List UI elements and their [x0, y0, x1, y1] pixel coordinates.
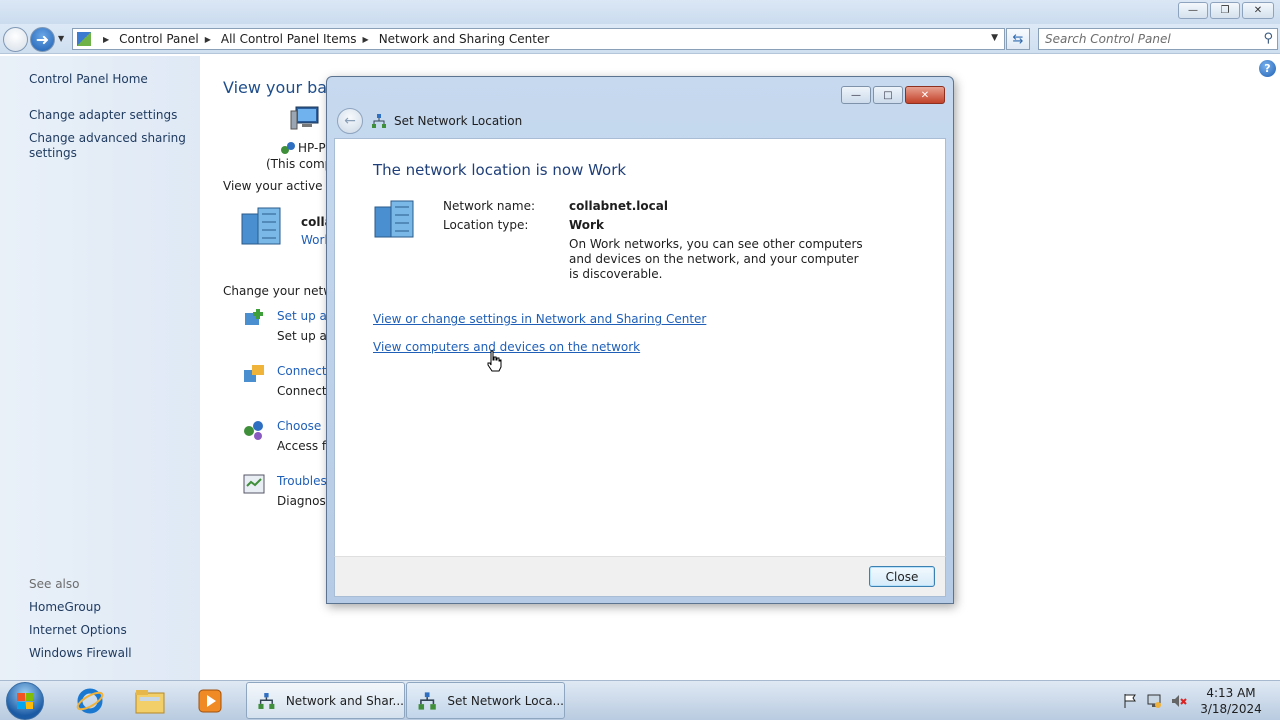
- breadcrumb: ▶ Control Panel ▶ All Control Panel Item…: [97, 32, 549, 46]
- clock-time: 4:13 AM: [1206, 686, 1256, 700]
- start-button[interactable]: [6, 682, 44, 720]
- setup-connection-icon: [245, 309, 263, 325]
- connect-network-icon: [244, 365, 264, 382]
- network-name-label: Network name:: [443, 199, 535, 213]
- window-controls: — ❐ ✕: [1178, 2, 1274, 19]
- internet-options-link[interactable]: Internet Options: [29, 623, 127, 638]
- windows-explorer-icon[interactable]: [126, 684, 174, 718]
- change-advanced-sharing-line-1: Change advanced sharing: [29, 131, 186, 145]
- dialog-close-icon[interactable]: ✕: [905, 86, 945, 104]
- search-box: ⚲: [1038, 28, 1278, 50]
- task-3-desc: Access fil: [277, 439, 333, 453]
- media-player-icon[interactable]: [186, 684, 234, 718]
- troubleshoot-icon: [243, 474, 265, 494]
- change-adapter-settings-link[interactable]: Change adapter settings: [29, 108, 177, 123]
- location-type-value: Work: [569, 218, 604, 232]
- work-network-icon: [374, 200, 414, 238]
- taskbar-task-label: Network and Shar...: [285, 693, 404, 708]
- chevron-right-icon[interactable]: ▶: [103, 35, 109, 44]
- chevron-right-icon[interactable]: ▶: [363, 35, 369, 44]
- see-also-heading: See also: [29, 577, 80, 591]
- taskbar-task-label: Set Network Loca...: [447, 693, 564, 708]
- navigation-bar: ➜ ▼ ▶ Control Panel ▶ All Control Panel …: [0, 24, 1280, 54]
- location-description: On Work networks, you can see other comp…: [569, 237, 863, 281]
- close-button[interactable]: Close: [869, 566, 935, 587]
- change-settings-label: Change your netwo: [223, 284, 341, 298]
- network-icon: [372, 114, 386, 128]
- dialog-body: The network location is now Work Network…: [334, 138, 946, 556]
- network-icon: [258, 692, 275, 709]
- dialog-window-controls: — □ ✕: [841, 86, 945, 104]
- change-advanced-sharing-line-2: settings: [29, 146, 77, 160]
- view-change-settings-link[interactable]: View or change settings in Network and S…: [373, 312, 706, 326]
- view-computers-devices-link[interactable]: View computers and devices on the networ…: [373, 340, 640, 354]
- homegroup-icon: [281, 142, 295, 154]
- breadcrumb-all-items[interactable]: All Control Panel Items: [221, 32, 357, 46]
- homegroup-link[interactable]: HomeGroup: [29, 600, 101, 615]
- recent-pages-dropdown-icon[interactable]: ▼: [58, 34, 64, 43]
- windows-firewall-link[interactable]: Windows Firewall: [29, 646, 132, 661]
- change-advanced-sharing-link[interactable]: Change advanced sharing settings: [29, 131, 186, 161]
- location-type-label: Location type:: [443, 218, 529, 232]
- control-panel-icon: [77, 32, 91, 46]
- dialog-heading: The network location is now Work: [373, 161, 627, 179]
- internet-explorer-icon[interactable]: [66, 684, 114, 718]
- page-title: View your basi: [223, 78, 340, 97]
- work-network-icon: [241, 207, 281, 245]
- search-icon[interactable]: ⚲: [1263, 31, 1273, 46]
- homegroup-sharing-icon: [244, 421, 263, 440]
- taskbar-set-network-location-task[interactable]: Set Network Loca...: [406, 682, 565, 719]
- windows-logo-icon: [17, 693, 33, 709]
- refresh-button[interactable]: ⇆: [1006, 28, 1030, 50]
- dialog-back-button[interactable]: ←: [337, 108, 363, 134]
- dialog-title: Set Network Location: [394, 114, 523, 128]
- breadcrumb-control-panel[interactable]: Control Panel: [119, 32, 199, 46]
- taskbar: Network and Shar... Set Network Loca... …: [0, 680, 1280, 720]
- taskbar-network-sharing-task[interactable]: Network and Shar...: [246, 682, 405, 719]
- task-3-title[interactable]: Choose h: [277, 419, 333, 433]
- minimize-icon[interactable]: —: [1178, 2, 1208, 19]
- network-status-icon[interactable]: [1146, 693, 1162, 709]
- active-networks-label: View your active ne: [223, 179, 342, 193]
- network-name-value: collabnet.local: [569, 199, 668, 213]
- search-input[interactable]: [1039, 29, 1249, 49]
- hand-cursor-icon: [487, 350, 502, 372]
- restore-icon[interactable]: ❐: [1210, 2, 1240, 19]
- network-icon: [418, 691, 436, 710]
- task-4-desc: Diagnose: [277, 494, 334, 508]
- control-panel-home-link[interactable]: Control Panel Home: [29, 72, 148, 87]
- computer-subtitle: (This comp: [266, 157, 333, 171]
- set-network-location-dialog: — □ ✕ ← Set Network Location The network…: [326, 76, 954, 604]
- system-clock[interactable]: 4:13 AM 3/18/2024: [1196, 685, 1266, 717]
- close-icon[interactable]: ✕: [1242, 2, 1274, 19]
- window-titlebar: — ❐ ✕: [0, 0, 1280, 24]
- left-nav-pane: Control Panel Home Change adapter settin…: [0, 56, 200, 680]
- breadcrumb-network-sharing[interactable]: Network and Sharing Center: [379, 32, 550, 46]
- computer-name[interactable]: HP-P: [298, 141, 326, 155]
- address-dropdown-icon[interactable]: ▼: [991, 33, 998, 43]
- computer-icon: [290, 106, 319, 130]
- task-2-desc: Connect: [277, 384, 327, 398]
- back-button[interactable]: [3, 27, 28, 52]
- address-bar[interactable]: ▶ Control Panel ▶ All Control Panel Item…: [72, 28, 1005, 50]
- dialog-minimize-icon[interactable]: —: [841, 86, 871, 104]
- forward-button[interactable]: ➜: [30, 27, 55, 52]
- volume-muted-icon[interactable]: [1171, 693, 1187, 709]
- clock-date: 3/18/2024: [1200, 702, 1262, 716]
- dialog-footer: Close: [334, 556, 946, 597]
- chevron-right-icon[interactable]: ▶: [205, 35, 211, 44]
- action-center-flag-icon[interactable]: [1122, 693, 1138, 709]
- help-icon[interactable]: ?: [1259, 60, 1276, 77]
- dialog-maximize-icon[interactable]: □: [873, 86, 903, 104]
